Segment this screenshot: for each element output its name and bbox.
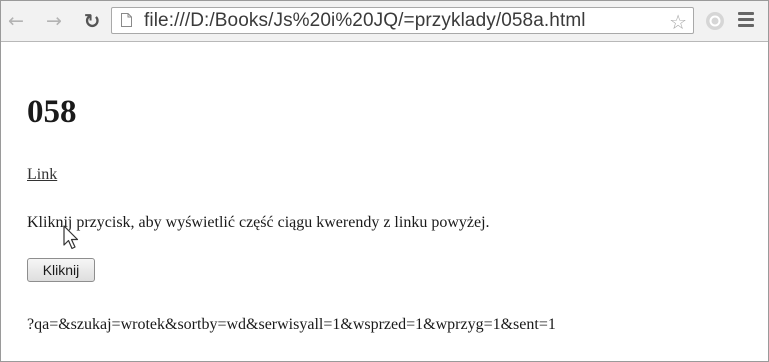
mouse-cursor-icon <box>63 225 79 250</box>
page-title: 058 <box>27 94 77 130</box>
forward-arrow-icon[interactable]: → <box>42 9 66 33</box>
browser-toolbar: ← → ↻ file:///D:/Books/Js%20i%20JQ/=przy… <box>1 1 768 42</box>
menu-line <box>738 18 754 21</box>
instruction-text: Kliknij przycisk, aby wyświetlić część c… <box>27 214 490 231</box>
extension-icon[interactable] <box>704 10 726 32</box>
page-icon <box>121 13 132 27</box>
bookmark-star-icon[interactable]: ☆ <box>669 10 687 34</box>
reload-icon[interactable]: ↻ <box>80 9 104 33</box>
browser-window: ← → ↻ file:///D:/Books/Js%20i%20JQ/=przy… <box>0 0 769 362</box>
kliknij-button[interactable]: Kliknij <box>27 258 95 282</box>
menu-line <box>738 12 754 15</box>
menu-line <box>738 24 754 27</box>
address-bar[interactable]: file:///D:/Books/Js%20i%20JQ/=przyklady/… <box>111 7 694 34</box>
back-arrow-icon[interactable]: ← <box>4 9 28 33</box>
link[interactable]: Link <box>27 166 57 184</box>
menu-icon[interactable] <box>738 12 754 28</box>
page-content: 058 Link Kliknij przycisk, aby wyświetli… <box>27 42 768 361</box>
url-text: file:///D:/Books/Js%20i%20JQ/=przyklady/… <box>144 10 586 31</box>
query-string-result: ?qa=&szukaj=wrotek&sortby=wd&serwisyall=… <box>27 316 556 333</box>
